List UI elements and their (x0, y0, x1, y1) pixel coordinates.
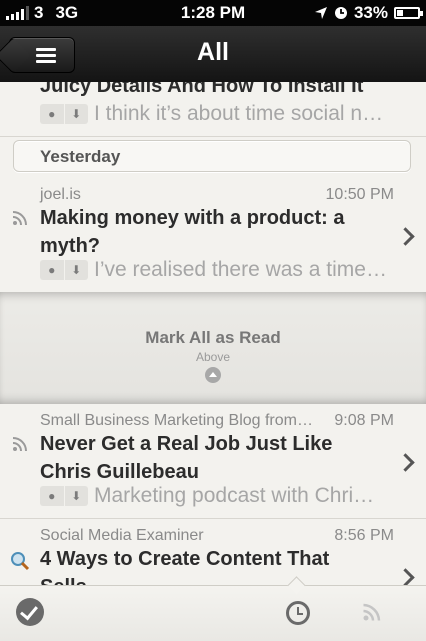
mark-all-label: Mark All as Read (145, 328, 281, 347)
item-time: 8:56 PM (334, 527, 394, 544)
item-status-pill: ● ⬇ (40, 260, 88, 281)
mark-all-read-button[interactable]: Mark All as Read Above (0, 292, 426, 404)
check-icon[interactable] (16, 598, 44, 626)
item-source: joel.is (40, 186, 81, 203)
navigation-bar: All (0, 26, 426, 83)
rss-icon (12, 437, 27, 452)
location-arrow-icon (314, 7, 327, 19)
list-item[interactable]: joel.is 10:50 PM Making money with a pro… (0, 178, 426, 292)
item-snippet: ● ⬇ I’ve realised there was a time… (40, 258, 400, 282)
tab-bar (0, 585, 426, 641)
download-arrow-icon: ⬇ (71, 107, 82, 122)
battery-percent: 33% (353, 3, 388, 22)
item-time: 9:08 PM (334, 412, 394, 429)
rss-icon[interactable] (362, 602, 382, 622)
alarm-clock-icon (334, 7, 347, 19)
status-right: 33% (314, 3, 423, 23)
feed-list[interactable]: Juicy Details And How To Install It ● ⬇ I … (0, 82, 426, 595)
item-title: Never Get a Real Job Just Like Chris Gui… (40, 433, 333, 483)
chevron-right-icon (396, 453, 415, 472)
chevron-right-icon (396, 227, 415, 246)
item-title: Making money with a product: a myth? (40, 207, 345, 257)
list-item[interactable]: Small Business Marketing Blog from… 9:08… (0, 404, 426, 519)
section-label: Yesterday (40, 147, 121, 166)
download-arrow-icon: ⬇ (71, 263, 82, 278)
magnifier-icon (11, 552, 30, 571)
mark-all-sublabel: Above (195, 350, 231, 364)
battery-icon (394, 7, 423, 19)
item-title: Juicy Details And How To Install It (40, 82, 364, 97)
unread-dot-icon: ● (40, 260, 65, 281)
item-time: 10:50 PM (325, 186, 394, 203)
list-item[interactable]: Juicy Details And How To Install It ● ⬇ I … (0, 82, 426, 137)
unread-dot-icon: ● (40, 104, 65, 125)
clock-icon[interactable] (286, 601, 310, 625)
item-snippet: ● ⬇ Marketing podcast with Chri… (40, 484, 400, 508)
status-bar: 3 3G 1:28 PM 33% (0, 0, 426, 26)
item-status-pill: ● ⬇ (40, 486, 88, 507)
item-source: Small Business Marketing Blog from… (40, 412, 313, 429)
chevron-right-icon (396, 568, 415, 587)
download-arrow-icon: ⬇ (71, 489, 82, 504)
item-status-pill: ● ⬇ (40, 104, 88, 125)
item-snippet: ● ⬇ I think it’s about time social n… (40, 102, 400, 126)
page-title: All (197, 38, 229, 66)
rss-icon (12, 211, 27, 226)
list-item[interactable]: Social Media Examiner 8:56 PM 4 Ways to … (0, 519, 426, 595)
arrow-up-icon (205, 367, 221, 383)
section-header: Yesterday (13, 140, 411, 172)
unread-dot-icon: ● (40, 486, 65, 507)
item-source: Social Media Examiner (40, 527, 204, 544)
